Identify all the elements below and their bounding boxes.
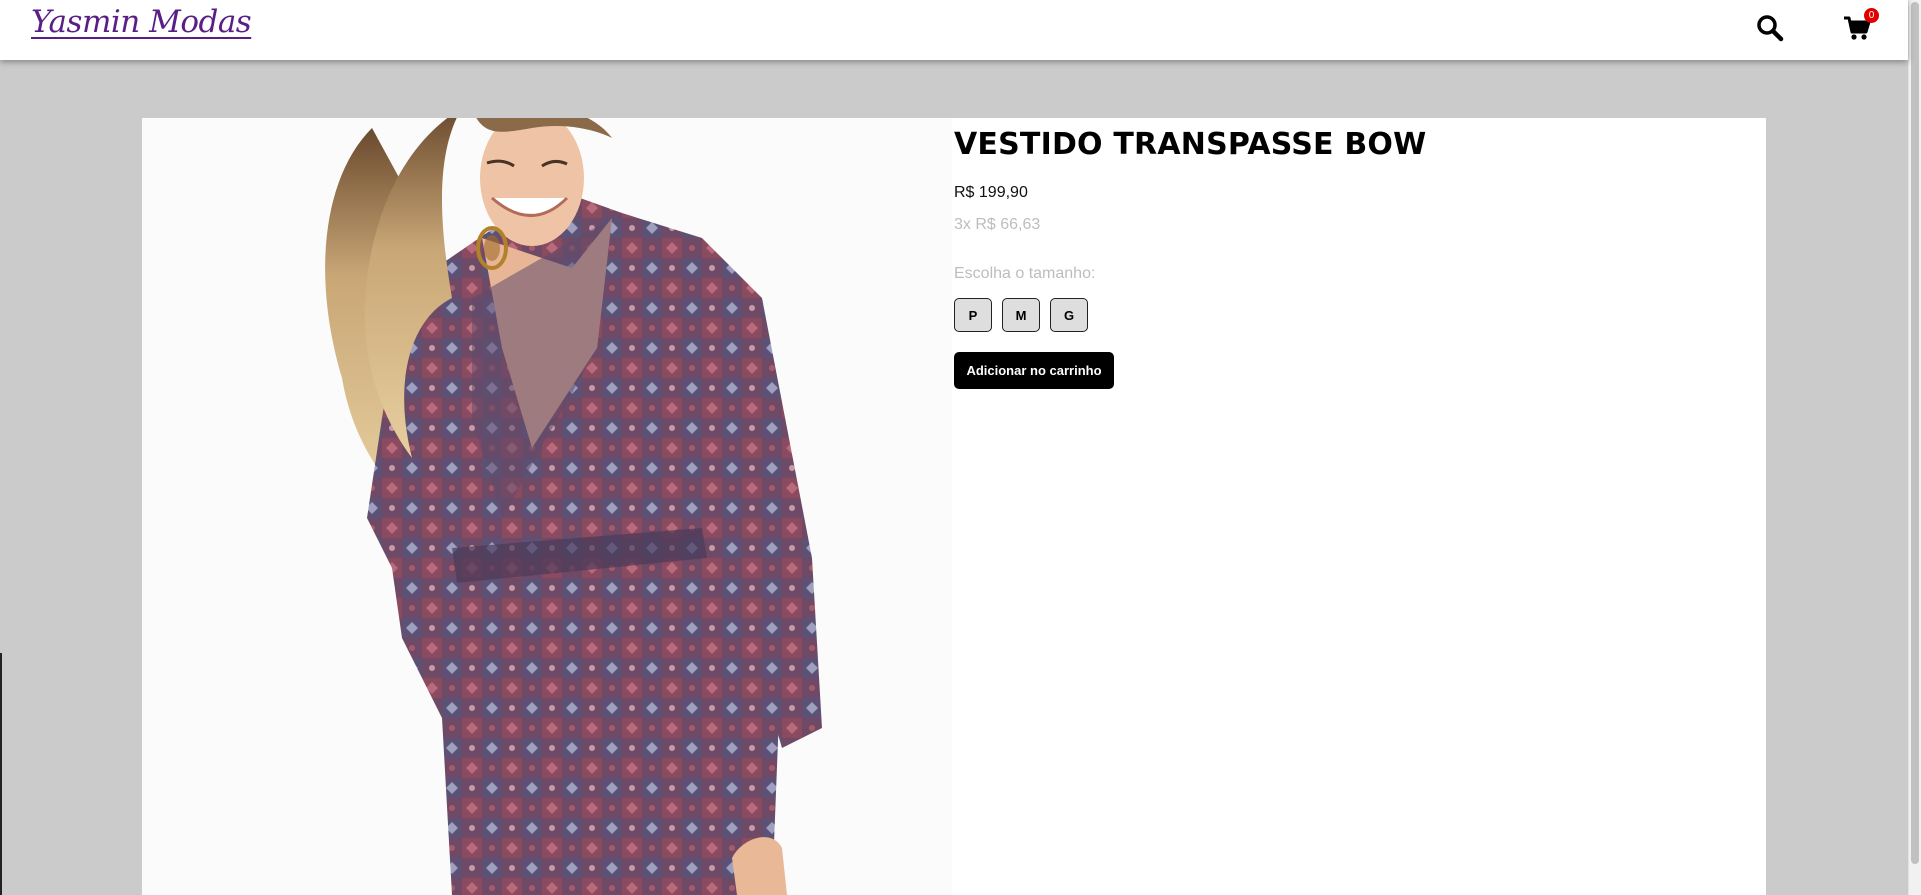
- window-edge: [0, 653, 2, 895]
- product-photo: [142, 118, 952, 895]
- product-info: VESTIDO TRANSPASSE BOW R$ 199,90 3x R$ 6…: [954, 118, 1654, 389]
- size-option-m[interactable]: M: [1002, 298, 1040, 332]
- product-card: VESTIDO TRANSPASSE BOW R$ 199,90 3x R$ 6…: [142, 118, 1766, 895]
- size-prompt: Escolha o tamanho:: [954, 265, 1096, 282]
- size-option-g[interactable]: G: [1050, 298, 1088, 332]
- cart-button[interactable]: 0: [1843, 8, 1879, 44]
- installment-price: 3x R$ 66,63: [954, 216, 1041, 233]
- cart-count-badge: 0: [1864, 8, 1879, 23]
- product-price: R$ 199,90: [954, 184, 1028, 201]
- site-logo[interactable]: Yasmin Modas: [31, 4, 252, 40]
- scrollbar-thumb[interactable]: [1911, 2, 1919, 864]
- search-icon: [1757, 15, 1784, 42]
- vertical-scrollbar[interactable]: [1908, 0, 1921, 895]
- add-to-cart-button[interactable]: Adicionar no carrinho: [954, 352, 1114, 389]
- product-title: VESTIDO TRANSPASSE BOW: [954, 127, 1427, 162]
- size-option-p[interactable]: P: [954, 298, 992, 332]
- top-navbar: Yasmin Modas 0: [0, 0, 1908, 60]
- size-selector: P M G: [954, 298, 1654, 332]
- search-button[interactable]: [1756, 14, 1784, 42]
- product-image: [142, 118, 952, 895]
